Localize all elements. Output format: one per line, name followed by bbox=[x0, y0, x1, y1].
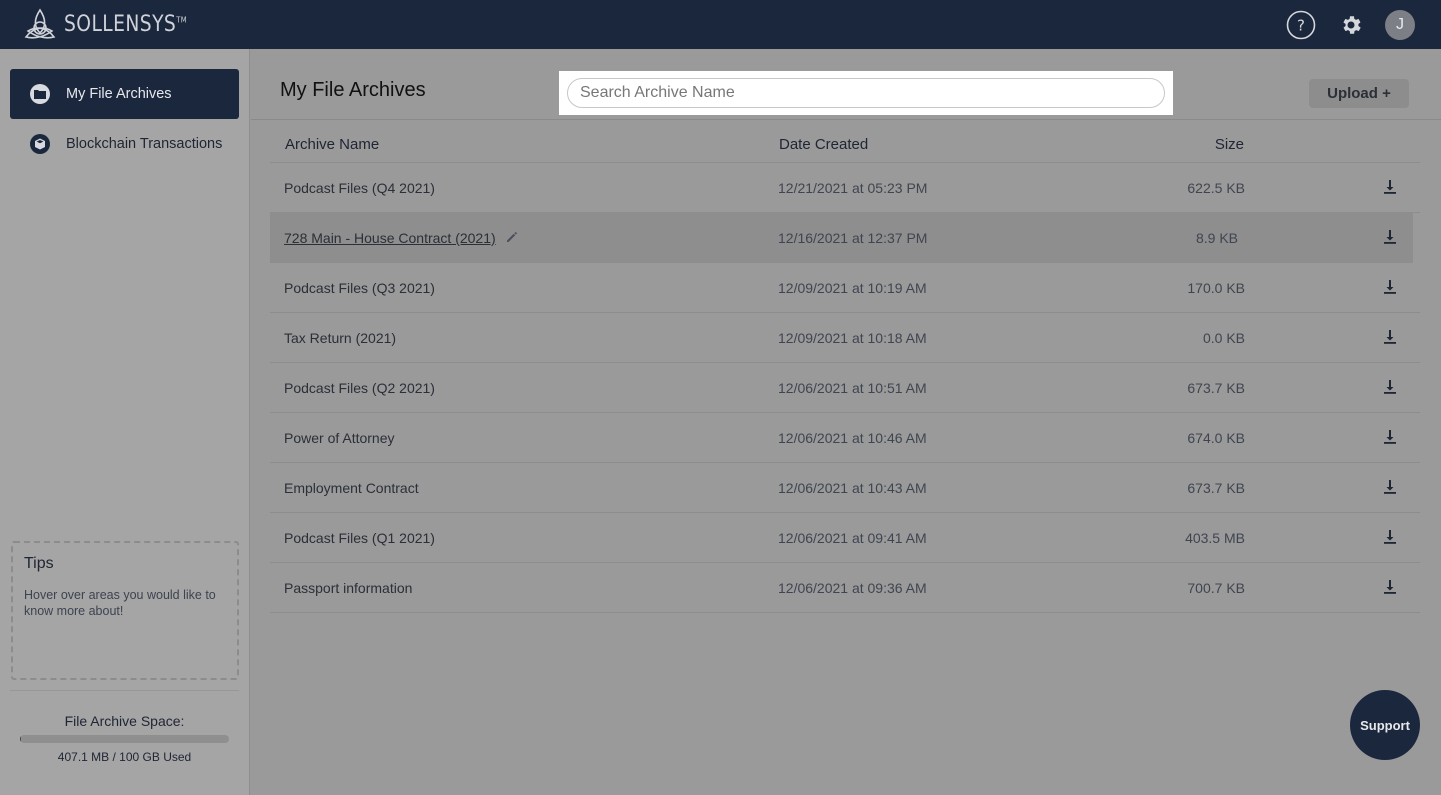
storage-progress-bar bbox=[20, 735, 229, 743]
search-container bbox=[559, 71, 1173, 115]
brand-name: SOLLENSYSTM bbox=[64, 12, 188, 37]
date-created: 12/16/2021 at 12:37 PM bbox=[778, 230, 928, 246]
help-button[interactable]: ? bbox=[1285, 9, 1317, 41]
search-input[interactable] bbox=[567, 78, 1165, 108]
tips-box: Tips Hover over areas you would like to … bbox=[11, 541, 239, 680]
table-row[interactable]: Tax Return (2021) 12/09/2021 at 10:18 AM 0… bbox=[270, 313, 1420, 363]
file-size: 674.0 KB bbox=[1187, 430, 1245, 446]
archives-table: Archive Name Date Created Size Podcast F… bbox=[270, 131, 1420, 613]
avatar[interactable]: J bbox=[1385, 9, 1415, 40]
archive-name[interactable]: 728 Main - House Contract (2021) bbox=[284, 230, 496, 246]
sidebar-item-blockchain-transactions[interactable]: Blockchain Transactions bbox=[10, 119, 239, 169]
svg-text:?: ? bbox=[1297, 16, 1305, 34]
upload-button[interactable]: Upload + bbox=[1309, 79, 1409, 108]
brand[interactable]: SOLLENSYSTM bbox=[22, 7, 209, 43]
top-icons: ? J bbox=[1285, 9, 1419, 41]
column-header-size[interactable]: Size bbox=[1215, 136, 1244, 153]
table-body: Podcast Files (Q4 2021) 12/21/2021 at 05:… bbox=[270, 163, 1420, 613]
table-header: Archive Name Date Created Size bbox=[270, 131, 1420, 163]
file-size: 8.9 KB bbox=[1195, 230, 1238, 246]
download-icon[interactable] bbox=[1383, 379, 1397, 395]
archive-name[interactable]: Power of Attorney bbox=[284, 430, 395, 446]
table-row[interactable]: 728 Main - House Contract (2021) 12/16/20… bbox=[270, 213, 1413, 263]
download-icon[interactable] bbox=[1383, 229, 1397, 245]
support-button[interactable]: Support bbox=[1350, 690, 1420, 760]
column-header-archive-name[interactable]: Archive Name bbox=[285, 136, 379, 153]
help-circle-icon: ? bbox=[1286, 10, 1316, 39]
date-created: 12/06/2021 at 10:51 AM bbox=[778, 380, 927, 396]
download-icon[interactable] bbox=[1383, 529, 1397, 545]
table-row[interactable]: Podcast Files (Q3 2021) 12/09/2021 at 10:… bbox=[270, 263, 1420, 313]
file-size: 0.0 KB bbox=[1202, 330, 1245, 346]
tips-title: Tips bbox=[24, 555, 54, 572]
settings-button[interactable] bbox=[1335, 9, 1367, 41]
file-size: 403.5 MB bbox=[1185, 530, 1245, 546]
sidebar: My File Archives Blockchain Transactions… bbox=[0, 49, 250, 795]
date-created: 12/09/2021 at 10:18 AM bbox=[778, 330, 927, 346]
sollensys-logo-icon bbox=[24, 8, 56, 39]
download-icon[interactable] bbox=[1383, 279, 1397, 295]
table-row[interactable]: Podcast Files (Q1 2021) 12/06/2021 at 09:… bbox=[270, 513, 1420, 563]
date-created: 12/06/2021 at 10:46 AM bbox=[778, 430, 927, 446]
download-icon[interactable] bbox=[1383, 329, 1397, 345]
page-title: My File Archives bbox=[280, 79, 426, 101]
table-row[interactable]: Podcast Files (Q4 2021) 12/21/2021 at 05:… bbox=[270, 163, 1420, 213]
archive-name[interactable]: Passport information bbox=[284, 580, 412, 596]
archive-name[interactable]: Podcast Files (Q2 2021) bbox=[284, 380, 435, 396]
archive-name[interactable]: Podcast Files (Q4 2021) bbox=[284, 180, 435, 196]
date-created: 12/06/2021 at 10:43 AM bbox=[778, 480, 927, 496]
table-row[interactable]: Podcast Files (Q2 2021) 12/06/2021 at 10:… bbox=[270, 363, 1420, 413]
file-size: 673.7 KB bbox=[1187, 380, 1245, 396]
sidebar-item-label: My File Archives bbox=[66, 86, 172, 102]
divider bbox=[251, 119, 1441, 120]
date-created: 12/21/2021 at 05:23 PM bbox=[778, 180, 928, 196]
gear-icon bbox=[1343, 15, 1361, 34]
date-created: 12/06/2021 at 09:41 AM bbox=[778, 530, 927, 546]
archive-name[interactable]: Employment Contract bbox=[284, 480, 419, 496]
date-created: 12/06/2021 at 09:36 AM bbox=[778, 580, 927, 596]
tips-text: Hover over areas you would like to know … bbox=[24, 588, 216, 618]
download-icon[interactable] bbox=[1383, 479, 1397, 495]
pencil-icon[interactable] bbox=[506, 231, 518, 243]
column-header-date-created[interactable]: Date Created bbox=[779, 136, 868, 153]
storage-used-label: 407.1 MB / 100 GB Used bbox=[57, 750, 192, 764]
download-icon[interactable] bbox=[1383, 579, 1397, 595]
storage-title: File Archive Space: bbox=[64, 713, 185, 729]
storage-progress-fill bbox=[20, 735, 22, 743]
table-row[interactable]: Passport information 12/06/2021 at 09:36 … bbox=[270, 563, 1420, 613]
cube-icon bbox=[30, 134, 50, 154]
file-size: 673.7 KB bbox=[1187, 480, 1245, 496]
main-content: My File Archives Upload + Archive Name D… bbox=[251, 49, 1441, 795]
download-icon[interactable] bbox=[1383, 429, 1397, 445]
table-row[interactable]: Power of Attorney 12/06/2021 at 10:46 AM 6… bbox=[270, 413, 1420, 463]
archive-name[interactable]: Podcast Files (Q3 2021) bbox=[284, 280, 435, 296]
file-size: 170.0 KB bbox=[1187, 280, 1245, 296]
archive-name[interactable]: Tax Return (2021) bbox=[284, 330, 396, 346]
folder-icon bbox=[30, 84, 50, 104]
top-bar: SOLLENSYSTM ? J bbox=[0, 0, 1441, 49]
file-size: 700.7 KB bbox=[1187, 580, 1245, 596]
file-size: 622.5 KB bbox=[1187, 180, 1245, 196]
date-created: 12/09/2021 at 10:19 AM bbox=[778, 280, 927, 296]
sidebar-item-label: Blockchain Transactions bbox=[66, 136, 223, 152]
archive-name[interactable]: Podcast Files (Q1 2021) bbox=[284, 530, 435, 546]
divider bbox=[10, 690, 239, 691]
sidebar-item-my-file-archives[interactable]: My File Archives bbox=[10, 69, 239, 119]
download-icon[interactable] bbox=[1383, 179, 1397, 195]
table-row[interactable]: Employment Contract 12/06/2021 at 10:43 A… bbox=[270, 463, 1420, 513]
